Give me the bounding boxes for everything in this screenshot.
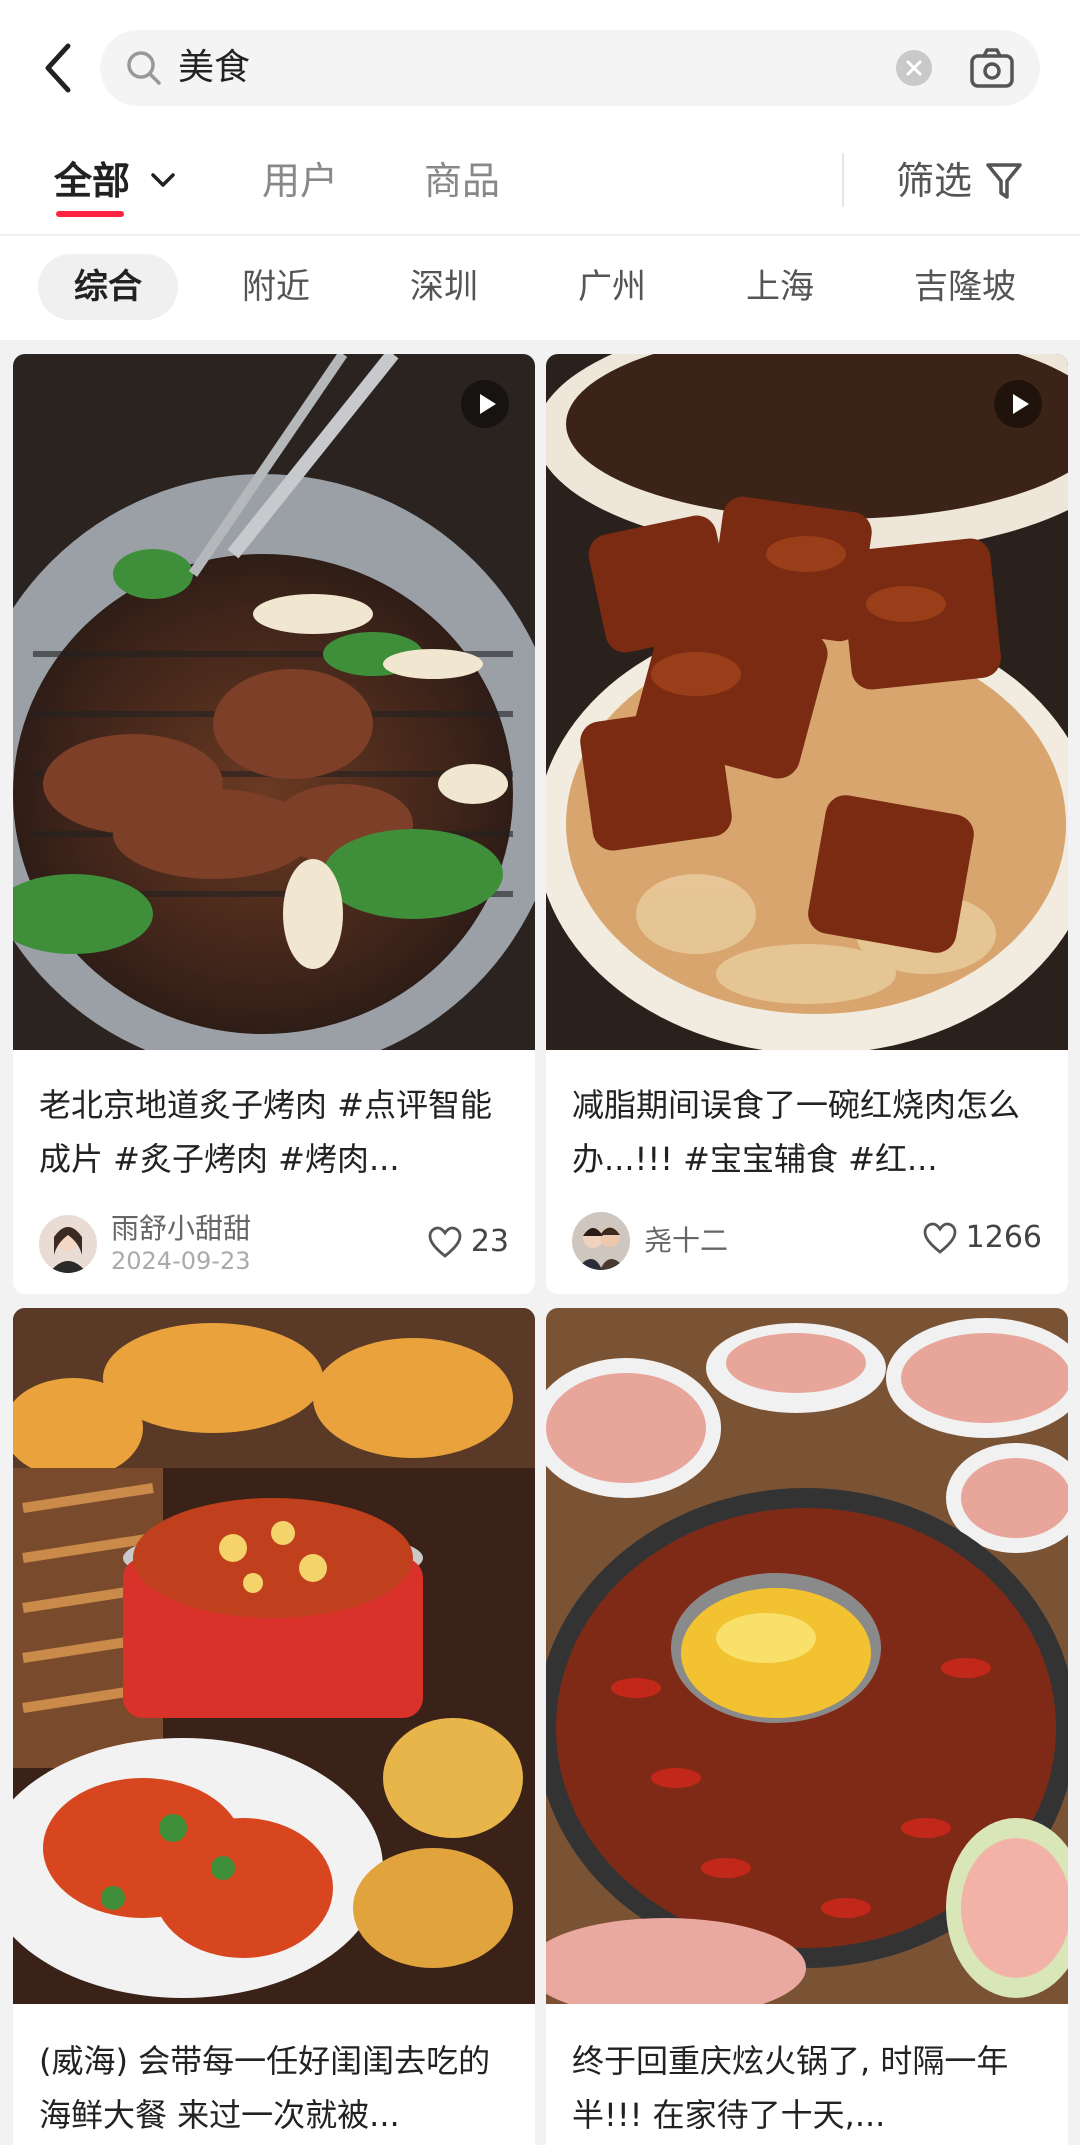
close-icon (906, 60, 922, 76)
tab-users[interactable]: 用户 (262, 155, 338, 207)
chip-shanghai[interactable]: 上海 (710, 254, 850, 320)
search-header: 美食 (0, 0, 1080, 135)
active-tab-indicator (56, 211, 124, 217)
post-date: 2024-09-23 (111, 1247, 251, 1275)
search-icon (127, 51, 161, 85)
like-count: 1266 (965, 1220, 1042, 1255)
heart-icon (428, 1226, 462, 1258)
note-title: 老北京地道炙子烤肉 #点评智能成片 #炙子烤肉 #烤肉... (39, 1086, 492, 1178)
tab-divider (842, 153, 844, 207)
search-input[interactable]: 美食 (178, 44, 250, 92)
chip-guangzhou[interactable]: 广州 (542, 254, 682, 320)
location-chips: 综合 附近 深圳 广州 上海 吉隆坡 (0, 236, 1080, 340)
chevron-down-icon[interactable] (148, 165, 178, 195)
video-badge (461, 380, 509, 428)
author-name: 雨舒小甜甜 (111, 1212, 252, 1245)
like-button[interactable]: 1266 (922, 1220, 1042, 1255)
author-info[interactable]: 雨舒小甜甜 2024-09-23 (39, 1212, 251, 1276)
chip-shenzhen[interactable]: 深圳 (374, 254, 514, 320)
avatar (572, 1212, 630, 1270)
note-card[interactable]: (威海) 会带每一任好闺闺去吃的海鲜大餐 来过一次就被... (13, 1308, 535, 2145)
filter-icon[interactable] (984, 159, 1024, 203)
note-cover-image (546, 1308, 1068, 2004)
author-name: 尧十二 (644, 1224, 729, 1257)
play-icon (480, 394, 496, 414)
author-info[interactable]: 尧十二 (572, 1212, 728, 1270)
tab-goods[interactable]: 商品 (424, 155, 500, 207)
search-bar[interactable]: 美食 (100, 30, 1040, 106)
video-badge (994, 380, 1042, 428)
note-card[interactable]: 终于回重庆炫火锅了, 时隔一年半!!! 在家待了十天,... (546, 1308, 1068, 2145)
note-cover-image (13, 354, 535, 1050)
note-cover-image (546, 354, 1068, 1050)
note-cover-image (13, 1308, 535, 2004)
heart-icon (923, 1222, 957, 1254)
tab-all[interactable]: 全部 (54, 155, 130, 207)
note-title: 终于回重庆炫火锅了, 时隔一年半!!! 在家待了十天,... (572, 2042, 1009, 2134)
clear-search-button[interactable] (896, 50, 932, 86)
results-feed: 老北京地道炙子烤肉 #点评智能成片 #炙子烤肉 #烤肉... 雨舒小甜甜 202… (0, 340, 1080, 2145)
camera-search-icon[interactable] (968, 46, 1016, 90)
category-tabs: 全部 用户 商品 筛选 (0, 135, 1080, 235)
chip-nearby[interactable]: 附近 (206, 254, 346, 320)
chip-comprehensive[interactable]: 综合 (38, 254, 178, 320)
like-button[interactable]: 23 (427, 1224, 509, 1259)
play-icon (1013, 394, 1029, 414)
like-count: 23 (470, 1224, 509, 1259)
note-card[interactable]: 减脂期间误食了一碗红烧肉怎么办...!!! #宝宝辅食 #红... 尧十二 12… (546, 354, 1068, 1294)
avatar (39, 1215, 97, 1273)
filter-button[interactable]: 筛选 (896, 155, 972, 207)
note-title: (威海) 会带每一任好闺闺去吃的海鲜大餐 来过一次就被... (39, 2042, 491, 2134)
note-card[interactable]: 老北京地道炙子烤肉 #点评智能成片 #炙子烤肉 #烤肉... 雨舒小甜甜 202… (13, 354, 535, 1294)
note-title: 减脂期间误食了一碗红烧肉怎么办...!!! #宝宝辅食 #红... (572, 1086, 1021, 1178)
chip-kuala-lumpur[interactable]: 吉隆坡 (880, 254, 1050, 320)
back-arrow-icon[interactable] (36, 38, 80, 98)
